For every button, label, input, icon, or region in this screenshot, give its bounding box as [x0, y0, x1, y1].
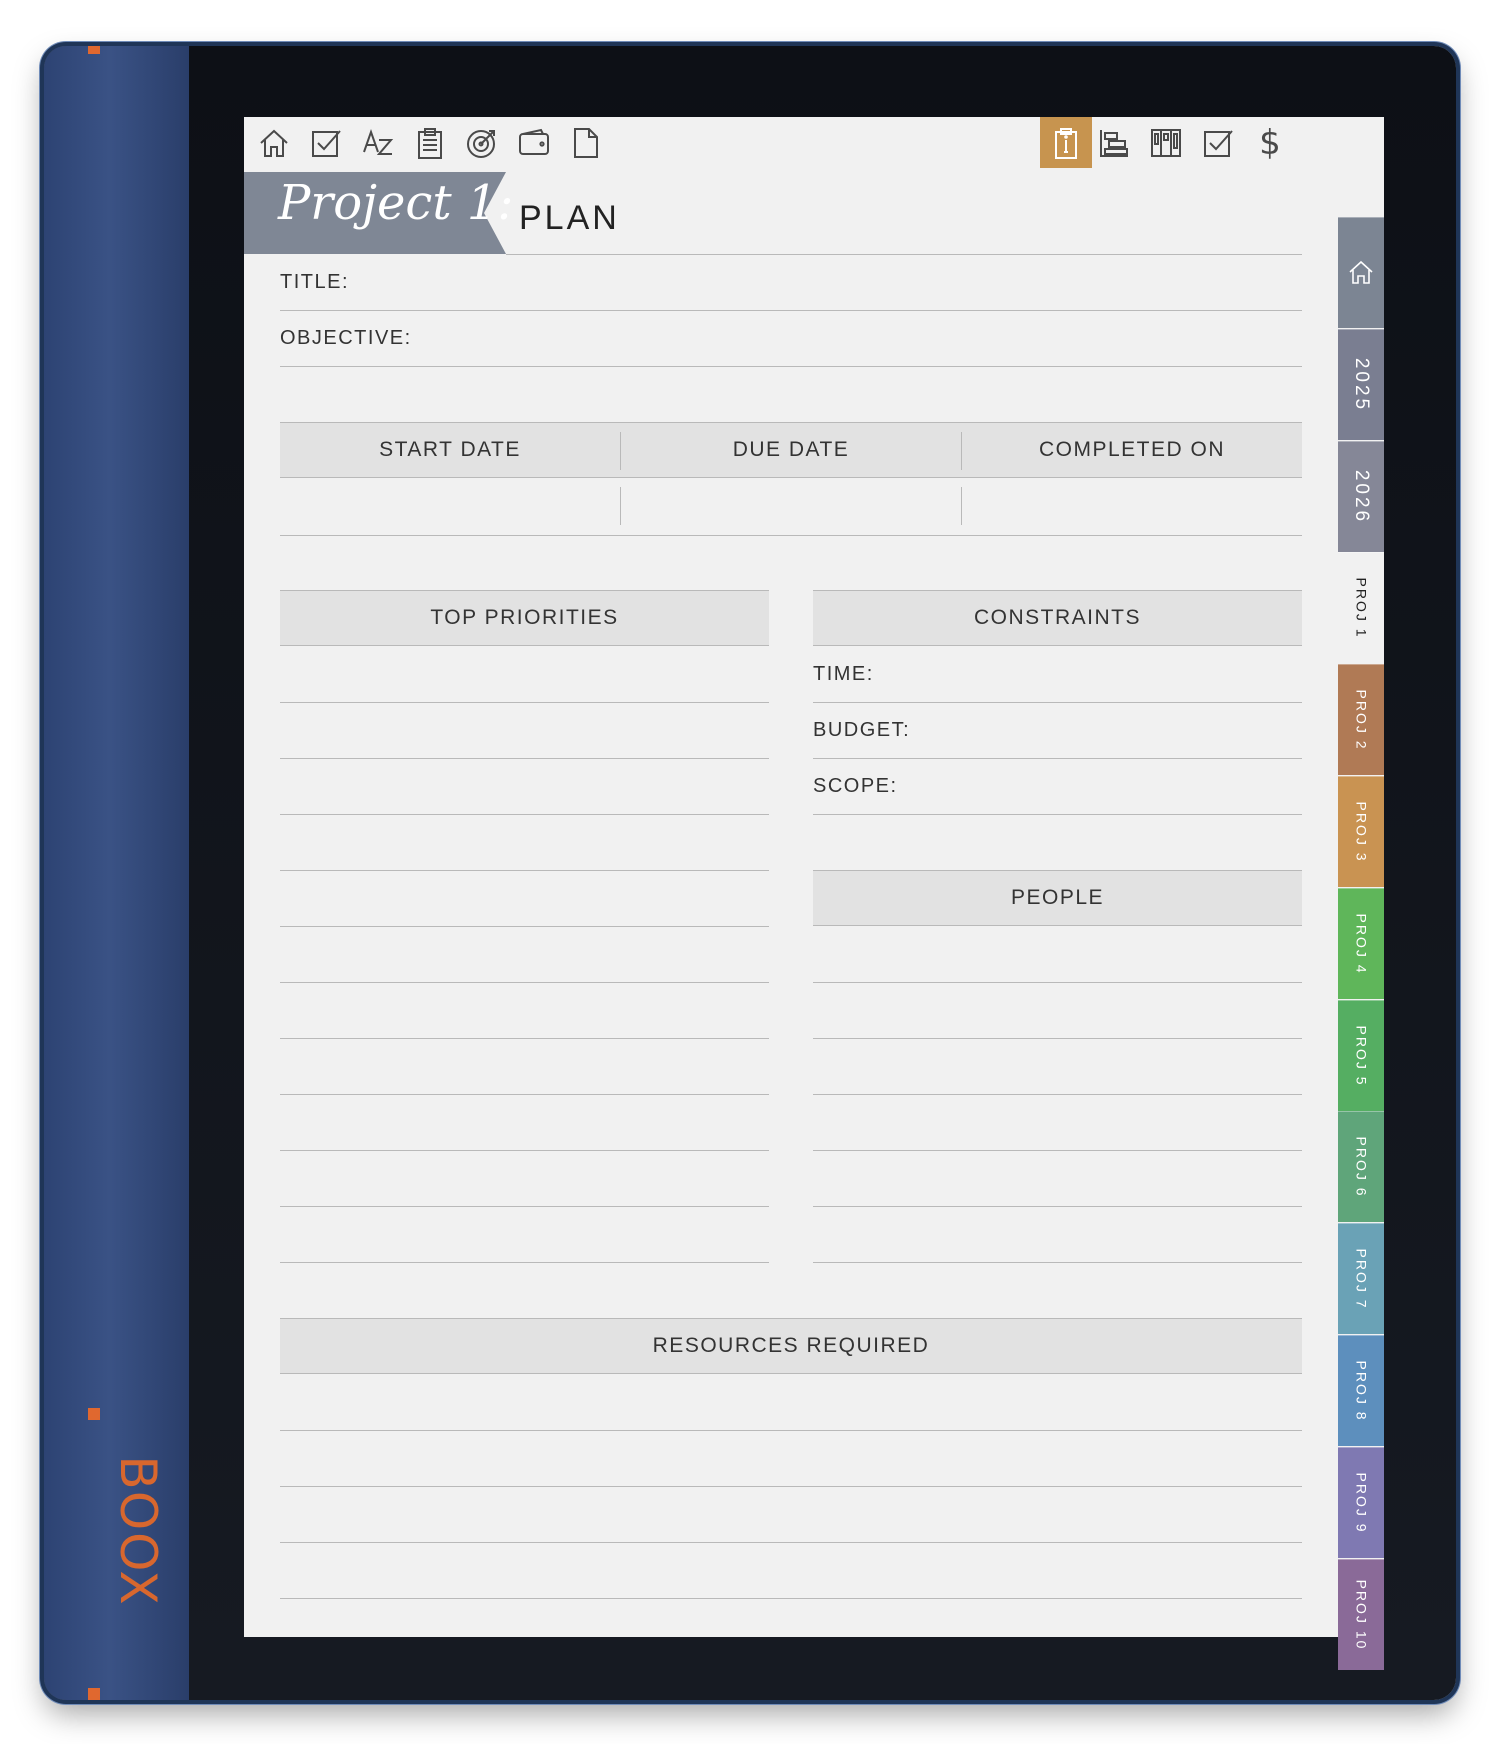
tab-label: PROJ 4	[1353, 913, 1370, 975]
info-clipboard-icon[interactable]	[1040, 117, 1092, 168]
writing-line[interactable]	[280, 1094, 769, 1095]
tab-2025[interactable]: 2025	[1338, 328, 1384, 440]
scope-label: SCOPE:	[813, 775, 898, 797]
tab-label: PROJ 8	[1353, 1360, 1370, 1422]
tab-proj-9[interactable]: PROJ 9	[1338, 1446, 1384, 1558]
writing-line[interactable]	[280, 758, 769, 759]
constraints-header: CONSTRAINTS	[813, 590, 1302, 646]
writing-line[interactable]	[280, 1542, 1302, 1543]
writing-line[interactable]	[813, 1094, 1302, 1095]
page-title: PLAN	[519, 199, 620, 237]
wallet-icon[interactable]	[514, 123, 554, 163]
writing-line[interactable]	[280, 702, 769, 703]
column-divider	[620, 487, 621, 525]
tab-label: 2026	[1351, 469, 1372, 524]
kanban-icon[interactable]	[1146, 123, 1186, 163]
budget-line[interactable]	[813, 758, 1302, 759]
start-date-header: START DATE	[379, 438, 521, 461]
tab-label: PROJ 10	[1353, 1579, 1369, 1650]
writing-line[interactable]	[280, 1598, 1302, 1599]
objective-line[interactable]	[280, 366, 1302, 367]
tab-proj-5[interactable]: PROJ 5	[1338, 999, 1384, 1111]
tab-label: PROJ 2	[1353, 689, 1370, 751]
column-divider	[961, 432, 962, 470]
tab-label: PROJ 6	[1353, 1136, 1370, 1198]
home-icon[interactable]	[254, 123, 294, 163]
dollar-icon[interactable]: $	[1250, 123, 1290, 163]
tab-proj-2[interactable]: PROJ 2	[1338, 664, 1384, 776]
checkbox-icon[interactable]	[1198, 123, 1238, 163]
divider	[506, 254, 1302, 255]
writing-line[interactable]	[813, 982, 1302, 983]
checkbox-icon[interactable]	[306, 123, 346, 163]
tab-label: PROJ 9	[1353, 1472, 1370, 1534]
column-divider	[620, 432, 621, 470]
writing-line[interactable]	[280, 926, 769, 927]
title-line[interactable]	[280, 310, 1302, 311]
scope-line[interactable]	[813, 814, 1302, 815]
writing-line[interactable]	[280, 1150, 769, 1151]
writing-line[interactable]	[813, 1262, 1302, 1263]
tab-label: PROJ 7	[1353, 1248, 1370, 1310]
tab-label: PROJ 5	[1353, 1025, 1370, 1087]
clipboard-icon[interactable]	[410, 123, 450, 163]
tab-proj-10[interactable]: PROJ 10	[1338, 1558, 1384, 1670]
top-priorities-header: TOP PRIORITIES	[280, 590, 769, 646]
due-date-header: DUE DATE	[732, 438, 850, 461]
tab-home[interactable]	[1338, 217, 1384, 328]
writing-line[interactable]	[813, 1206, 1302, 1207]
writing-line[interactable]	[813, 1038, 1302, 1039]
budget-label: BUDGET:	[813, 719, 911, 741]
dates-header: START DATE DUE DATE COMPLETED ON	[280, 422, 1302, 478]
gantt-icon[interactable]	[1094, 123, 1134, 163]
objective-label: OBJECTIVE:	[280, 327, 412, 349]
tab-label: PROJ 1	[1353, 577, 1370, 639]
spine-accent	[88, 46, 100, 54]
target-icon[interactable]	[462, 123, 502, 163]
writing-line[interactable]	[280, 1430, 1302, 1431]
tab-proj-4[interactable]: PROJ 4	[1338, 887, 1384, 999]
people-header: PEOPLE	[813, 870, 1302, 926]
dates-entry-line[interactable]	[280, 535, 1302, 536]
writing-line[interactable]	[280, 814, 769, 815]
time-line[interactable]	[813, 702, 1302, 703]
tab-proj-8[interactable]: PROJ 8	[1338, 1335, 1384, 1446]
tab-label: PROJ 3	[1353, 801, 1370, 863]
tab-label: 2025	[1351, 357, 1372, 412]
writing-line[interactable]	[280, 1206, 769, 1207]
title-label: TITLE:	[280, 271, 350, 293]
dollar-glyph: $	[1259, 123, 1281, 163]
home-icon	[1346, 257, 1376, 290]
writing-line[interactable]	[280, 870, 769, 871]
page-icon[interactable]	[566, 123, 606, 163]
spine-accent	[88, 1688, 100, 1700]
tab-proj-6[interactable]: PROJ 6	[1338, 1111, 1384, 1223]
spine-accent	[88, 1408, 100, 1420]
az-sort-icon[interactable]	[358, 123, 398, 163]
tab-2026[interactable]: 2026	[1338, 440, 1384, 552]
writing-line[interactable]	[280, 982, 769, 983]
project-banner-text: Project 1:	[278, 175, 514, 231]
tab-proj-7[interactable]: PROJ 7	[1338, 1223, 1384, 1335]
writing-line[interactable]	[280, 1486, 1302, 1487]
planner-page: $ Project 1: PLAN TITLE: OBJECTIVE: STAR…	[244, 117, 1384, 1637]
resources-header: RESOURCES REQUIRED	[280, 1318, 1302, 1374]
column-divider	[961, 487, 962, 525]
toolbar: $	[244, 117, 1384, 169]
time-label: TIME:	[813, 663, 874, 685]
device-spine: BOOX	[44, 46, 189, 1700]
tab-proj-3[interactable]: PROJ 3	[1338, 776, 1384, 887]
tab-proj-1[interactable]: PROJ 1	[1338, 552, 1384, 664]
writing-line[interactable]	[813, 1150, 1302, 1151]
writing-line[interactable]	[280, 1038, 769, 1039]
completed-on-header: COMPLETED ON	[1038, 438, 1226, 461]
writing-line[interactable]	[280, 1262, 769, 1263]
brand-logo: BOOX	[109, 1455, 167, 1607]
